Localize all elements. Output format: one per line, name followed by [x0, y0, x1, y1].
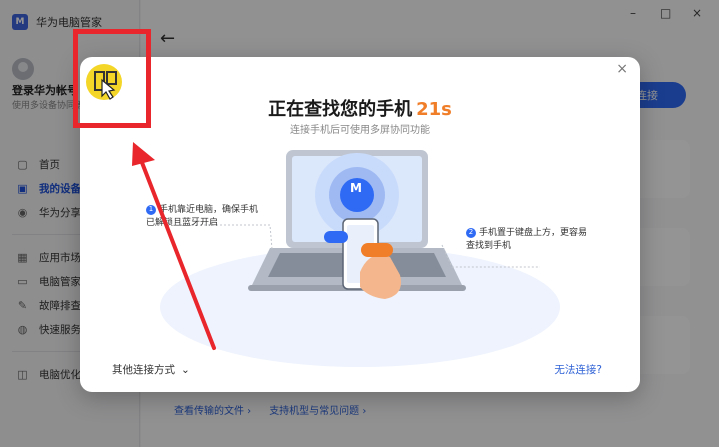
- other-connection-methods[interactable]: 其他连接方式 ⌄: [112, 362, 190, 377]
- dialog-subtitle: 连接手机后可使用多屏协同功能: [290, 125, 430, 136]
- find-phone-dialog: × 正在查找您的手机 21s 连接手机后可使用多屏协同功能 M 1 手机靠近电脑，确…: [80, 57, 640, 392]
- tip-place-above-keyboard: 2 手机置于键盘上方，更容易查找到手机: [466, 227, 594, 253]
- step-2-badge: 2: [466, 227, 476, 238]
- countdown: 21s: [416, 99, 452, 120]
- dialog-title: 正在查找您的手机 21s: [80, 95, 640, 121]
- dialog-title-text: 正在查找您的手机: [268, 99, 413, 120]
- cant-connect-link[interactable]: 无法连接?: [554, 362, 602, 377]
- laptop-phone-illustration: [160, 150, 560, 367]
- other-ways-label: 其他连接方式: [112, 364, 175, 376]
- laptop-logo: M: [350, 181, 362, 195]
- highlight-box: [73, 29, 151, 128]
- tip-bring-phone-close: 1 手机靠近电脑，确保手机已解锁且蓝牙开启: [146, 204, 266, 230]
- step-1-badge: 1: [146, 204, 156, 215]
- tip-1-text: 手机靠近电脑，确保手机已解锁且蓝牙开启: [146, 205, 259, 228]
- chevron-down-icon: ⌄: [181, 363, 190, 376]
- tip-2-text: 手机置于键盘上方，更容易查找到手机: [466, 228, 588, 251]
- close-icon[interactable]: ×: [616, 61, 628, 77]
